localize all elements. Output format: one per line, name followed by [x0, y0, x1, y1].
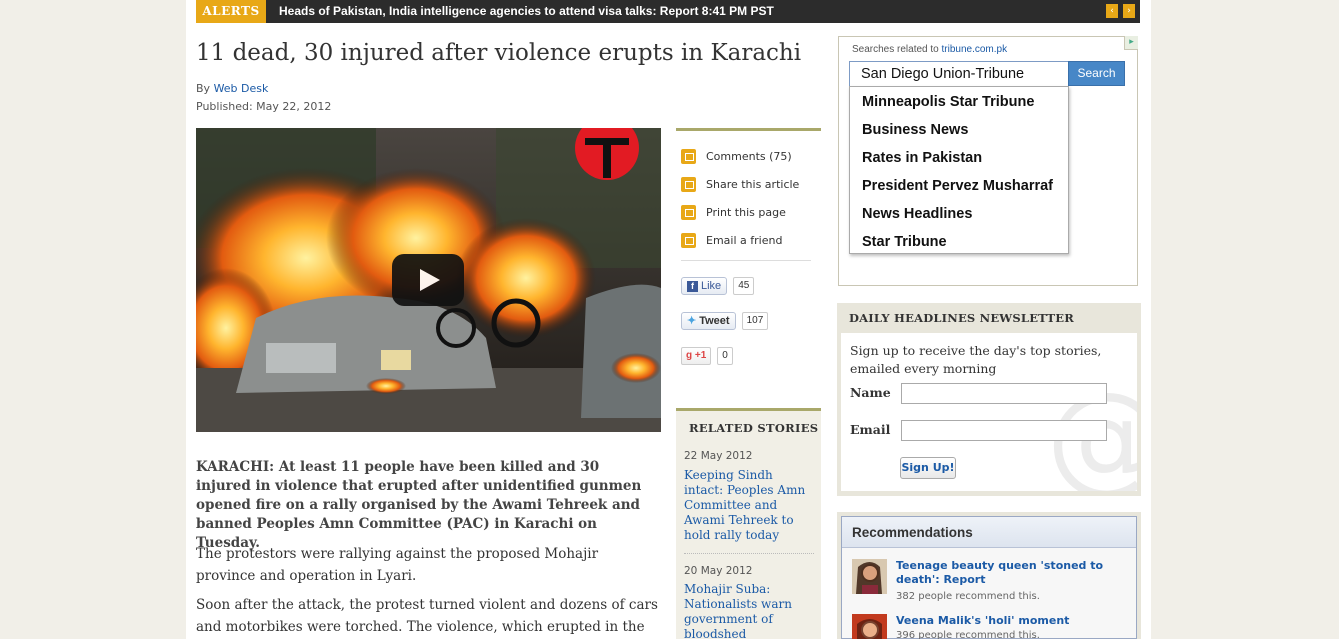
recommendation-thumbnail-image: [852, 559, 887, 594]
twitter-tweet: ✦ Tweet 107: [681, 312, 769, 330]
name-label: Name: [850, 385, 891, 400]
suggestion-item[interactable]: News Headlines: [862, 206, 972, 222]
suggestion-item[interactable]: Rates in Pakistan: [862, 150, 982, 166]
recommendations-box: Recommendations Teenage beauty queen 'st…: [841, 516, 1137, 639]
facebook-icon: f: [687, 280, 698, 292]
tweet-button[interactable]: ✦ Tweet: [681, 312, 736, 330]
recommendation-count: 382 people recommend this.: [896, 591, 1040, 602]
related-title: RELATED STORIES: [689, 421, 819, 435]
recommendation-count: 396 people recommend this.: [896, 630, 1040, 639]
suggestion-item[interactable]: Star Tribune: [862, 234, 947, 250]
twitter-bird-icon: ✦: [687, 315, 697, 327]
tribune-logo: [575, 128, 639, 180]
recommendations-panel: Recommendations Teenage beauty queen 'st…: [837, 512, 1141, 639]
article-headline: 11 dead, 30 injured after violence erupt…: [196, 40, 802, 66]
like-count: 45: [733, 277, 755, 295]
google-plus-button[interactable]: g +1: [681, 347, 712, 365]
related-search-widget: ▸ Searches related to tribune.com.pk San…: [838, 36, 1138, 286]
article-paragraph: The protestors were rallying against the…: [196, 546, 599, 584]
divider: [684, 553, 814, 554]
published-date: Published: May 22, 2012: [196, 100, 332, 113]
article-lead: KARACHI: At least 11 people have been ki…: [196, 459, 642, 551]
search-related-prefix: Searches related to: [852, 44, 942, 55]
suggestion-item[interactable]: Minneapolis Star Tribune: [862, 94, 1034, 110]
search-button[interactable]: Search: [1068, 61, 1125, 86]
print-icon: [681, 204, 696, 220]
alerts-bar: ALERTS Heads of Pakistan, India intellig…: [196, 0, 1140, 23]
recommendation-link[interactable]: Veena Malik's 'holi' moment: [896, 614, 1132, 628]
recommendation-thumbnail[interactable]: [852, 559, 887, 594]
related-story-link[interactable]: Keeping Sindh intact: Peoples Amn Commit…: [684, 468, 814, 543]
alerts-tag: ALERTS: [196, 0, 266, 23]
print-label: Print this page: [706, 205, 786, 219]
recommendation-thumbnail[interactable]: [852, 614, 887, 639]
related-date: 20 May 2012: [684, 565, 753, 577]
alerts-next-button[interactable]: ›: [1123, 4, 1135, 18]
email-label: Email a friend: [706, 233, 783, 247]
alerts-prev-button[interactable]: ‹: [1106, 4, 1118, 18]
comment-icon: [681, 148, 696, 164]
plus-count: 0: [717, 347, 733, 365]
facebook-like-button[interactable]: f Like: [681, 277, 728, 295]
article-paragraph: Soon after the attack, the protest turne…: [196, 597, 658, 635]
suggestion-item[interactable]: Business News: [862, 122, 968, 138]
play-button[interactable]: [392, 254, 464, 306]
divider: [681, 260, 811, 261]
plus-label: +1: [694, 350, 707, 361]
email-label: Email: [850, 422, 891, 437]
print-link[interactable]: Print this page: [681, 204, 786, 220]
alerts-headline-link[interactable]: Heads of Pakistan, India intelligence ag…: [279, 0, 774, 23]
related-story-link[interactable]: Mohajir Suba: Nationalists warn governme…: [684, 582, 814, 639]
share-label: Share this article: [706, 177, 800, 191]
like-label: Like: [701, 280, 722, 292]
newsletter-description: Sign up to receive the day's top stories…: [850, 343, 1102, 376]
tweet-label: Tweet: [699, 315, 730, 327]
email-field[interactable]: [901, 420, 1107, 441]
ad-choices-icon[interactable]: ▸: [1124, 36, 1138, 50]
byline: By Web Desk: [196, 82, 268, 95]
share-icon: [681, 176, 696, 192]
google-plus-icon: g: [686, 350, 693, 361]
related-stories: RELATED STORIES 22 May 2012 Keeping Sind…: [676, 408, 821, 639]
video-player[interactable]: [196, 128, 661, 432]
comments-link[interactable]: Comments (75): [681, 148, 792, 164]
recommendation-thumbnail-image: [852, 614, 887, 639]
search-input[interactable]: San Diego Union-Tribune: [849, 61, 1069, 87]
google-plus: g +1 0: [681, 347, 733, 365]
search-suggestions: Minneapolis Star Tribune Business News R…: [849, 86, 1069, 254]
share-link[interactable]: Share this article: [681, 176, 799, 192]
byline-prefix: By: [196, 82, 214, 95]
related-date: 22 May 2012: [684, 450, 753, 462]
email-link[interactable]: Email a friend: [681, 232, 782, 248]
envelope-icon: [681, 232, 696, 248]
search-related-label: Searches related to tribune.com.pk: [852, 44, 1007, 55]
recommendation-link[interactable]: Teenage beauty queen 'stoned to death': …: [896, 559, 1132, 587]
article-tools: Comments (75) Share this article Print t…: [676, 128, 821, 365]
facebook-like: f Like 45: [681, 277, 755, 295]
tweet-count: 107: [741, 312, 769, 330]
search-related-site: tribune.com.pk: [941, 44, 1008, 55]
newsletter-title: DAILY HEADLINES NEWSLETTER: [849, 311, 1074, 325]
recommendations-title: Recommendations: [842, 517, 1136, 548]
suggestion-item[interactable]: President Pervez Musharraf: [862, 178, 1053, 194]
newsletter-panel: DAILY HEADLINES NEWSLETTER @ Sign up to …: [837, 303, 1141, 496]
author-link[interactable]: Web Desk: [214, 82, 269, 95]
comments-label: Comments (75): [706, 149, 792, 163]
name-field[interactable]: [901, 383, 1107, 404]
newsletter-form: @ Sign up to receive the day's top stori…: [841, 333, 1137, 491]
signup-button[interactable]: Sign Up!: [900, 457, 956, 479]
